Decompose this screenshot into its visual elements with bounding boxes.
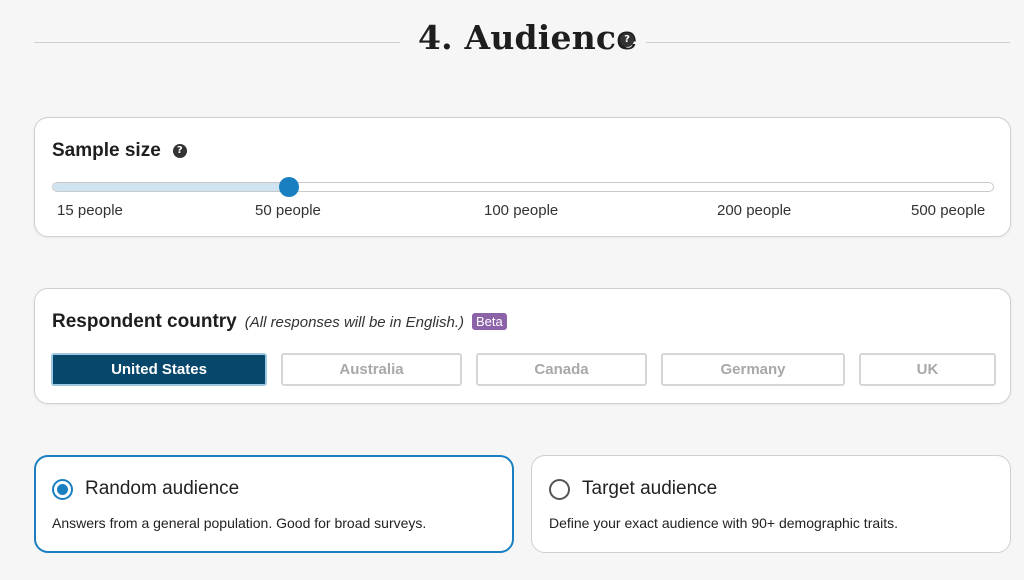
target-audience-option[interactable]: Target audience Define your exact audien… xyxy=(531,455,1011,553)
slider-tick-label[interactable]: 200 people xyxy=(717,202,791,219)
header-divider-right xyxy=(646,42,1010,43)
slider-tick-label[interactable]: 15 people xyxy=(57,202,123,219)
target-audience-description: Define your exact audience with 90+ demo… xyxy=(549,515,899,531)
target-audience-title: Target audience xyxy=(582,478,718,499)
respondent-country-heading: Respondent country (All responses will b… xyxy=(52,311,507,333)
random-audience-option[interactable]: Random audience Answers from a general p… xyxy=(34,455,514,553)
slider-tick-label[interactable]: 50 people xyxy=(255,202,321,219)
random-audience-title: Random audience xyxy=(85,478,240,499)
country-button-australia[interactable]: Australia xyxy=(281,353,462,386)
country-button-canada[interactable]: Canada xyxy=(476,353,647,386)
sample-size-card: Sample size ? 15 people 50 people 100 pe… xyxy=(34,117,1011,237)
help-icon[interactable]: ? xyxy=(172,144,187,158)
slider-tick-label[interactable]: 500 people xyxy=(911,202,985,219)
audience-page: 4. Audience ? Sample size ? 15 people 50… xyxy=(0,0,1024,580)
section-header: 4. Audience ? xyxy=(0,0,1024,80)
radio-selected-dot xyxy=(57,484,68,495)
language-note: (All responses will be in English.) xyxy=(244,314,464,331)
respondent-country-title: Respondent country xyxy=(52,311,237,332)
target-audience-radio[interactable] xyxy=(549,479,570,500)
beta-badge: Beta xyxy=(472,313,507,330)
country-button-germany[interactable]: Germany xyxy=(661,353,845,386)
header-divider-left xyxy=(34,42,400,43)
slider-thumb[interactable] xyxy=(279,177,299,197)
slider-fill xyxy=(53,183,289,191)
country-button-united-states[interactable]: United States xyxy=(51,353,267,386)
slider-tick-label[interactable]: 100 people xyxy=(484,202,558,219)
sample-size-slider[interactable] xyxy=(52,177,994,197)
sample-size-title: Sample size xyxy=(52,140,161,161)
random-audience-radio[interactable] xyxy=(52,479,73,500)
country-button-uk[interactable]: UK xyxy=(859,353,996,386)
sample-size-heading: Sample size ? xyxy=(52,140,187,162)
help-icon[interactable]: ? xyxy=(620,33,634,47)
random-audience-description: Answers from a general population. Good … xyxy=(52,515,427,531)
respondent-country-card: Respondent country (All responses will b… xyxy=(34,288,1011,404)
section-title: 4. Audience xyxy=(418,18,638,57)
